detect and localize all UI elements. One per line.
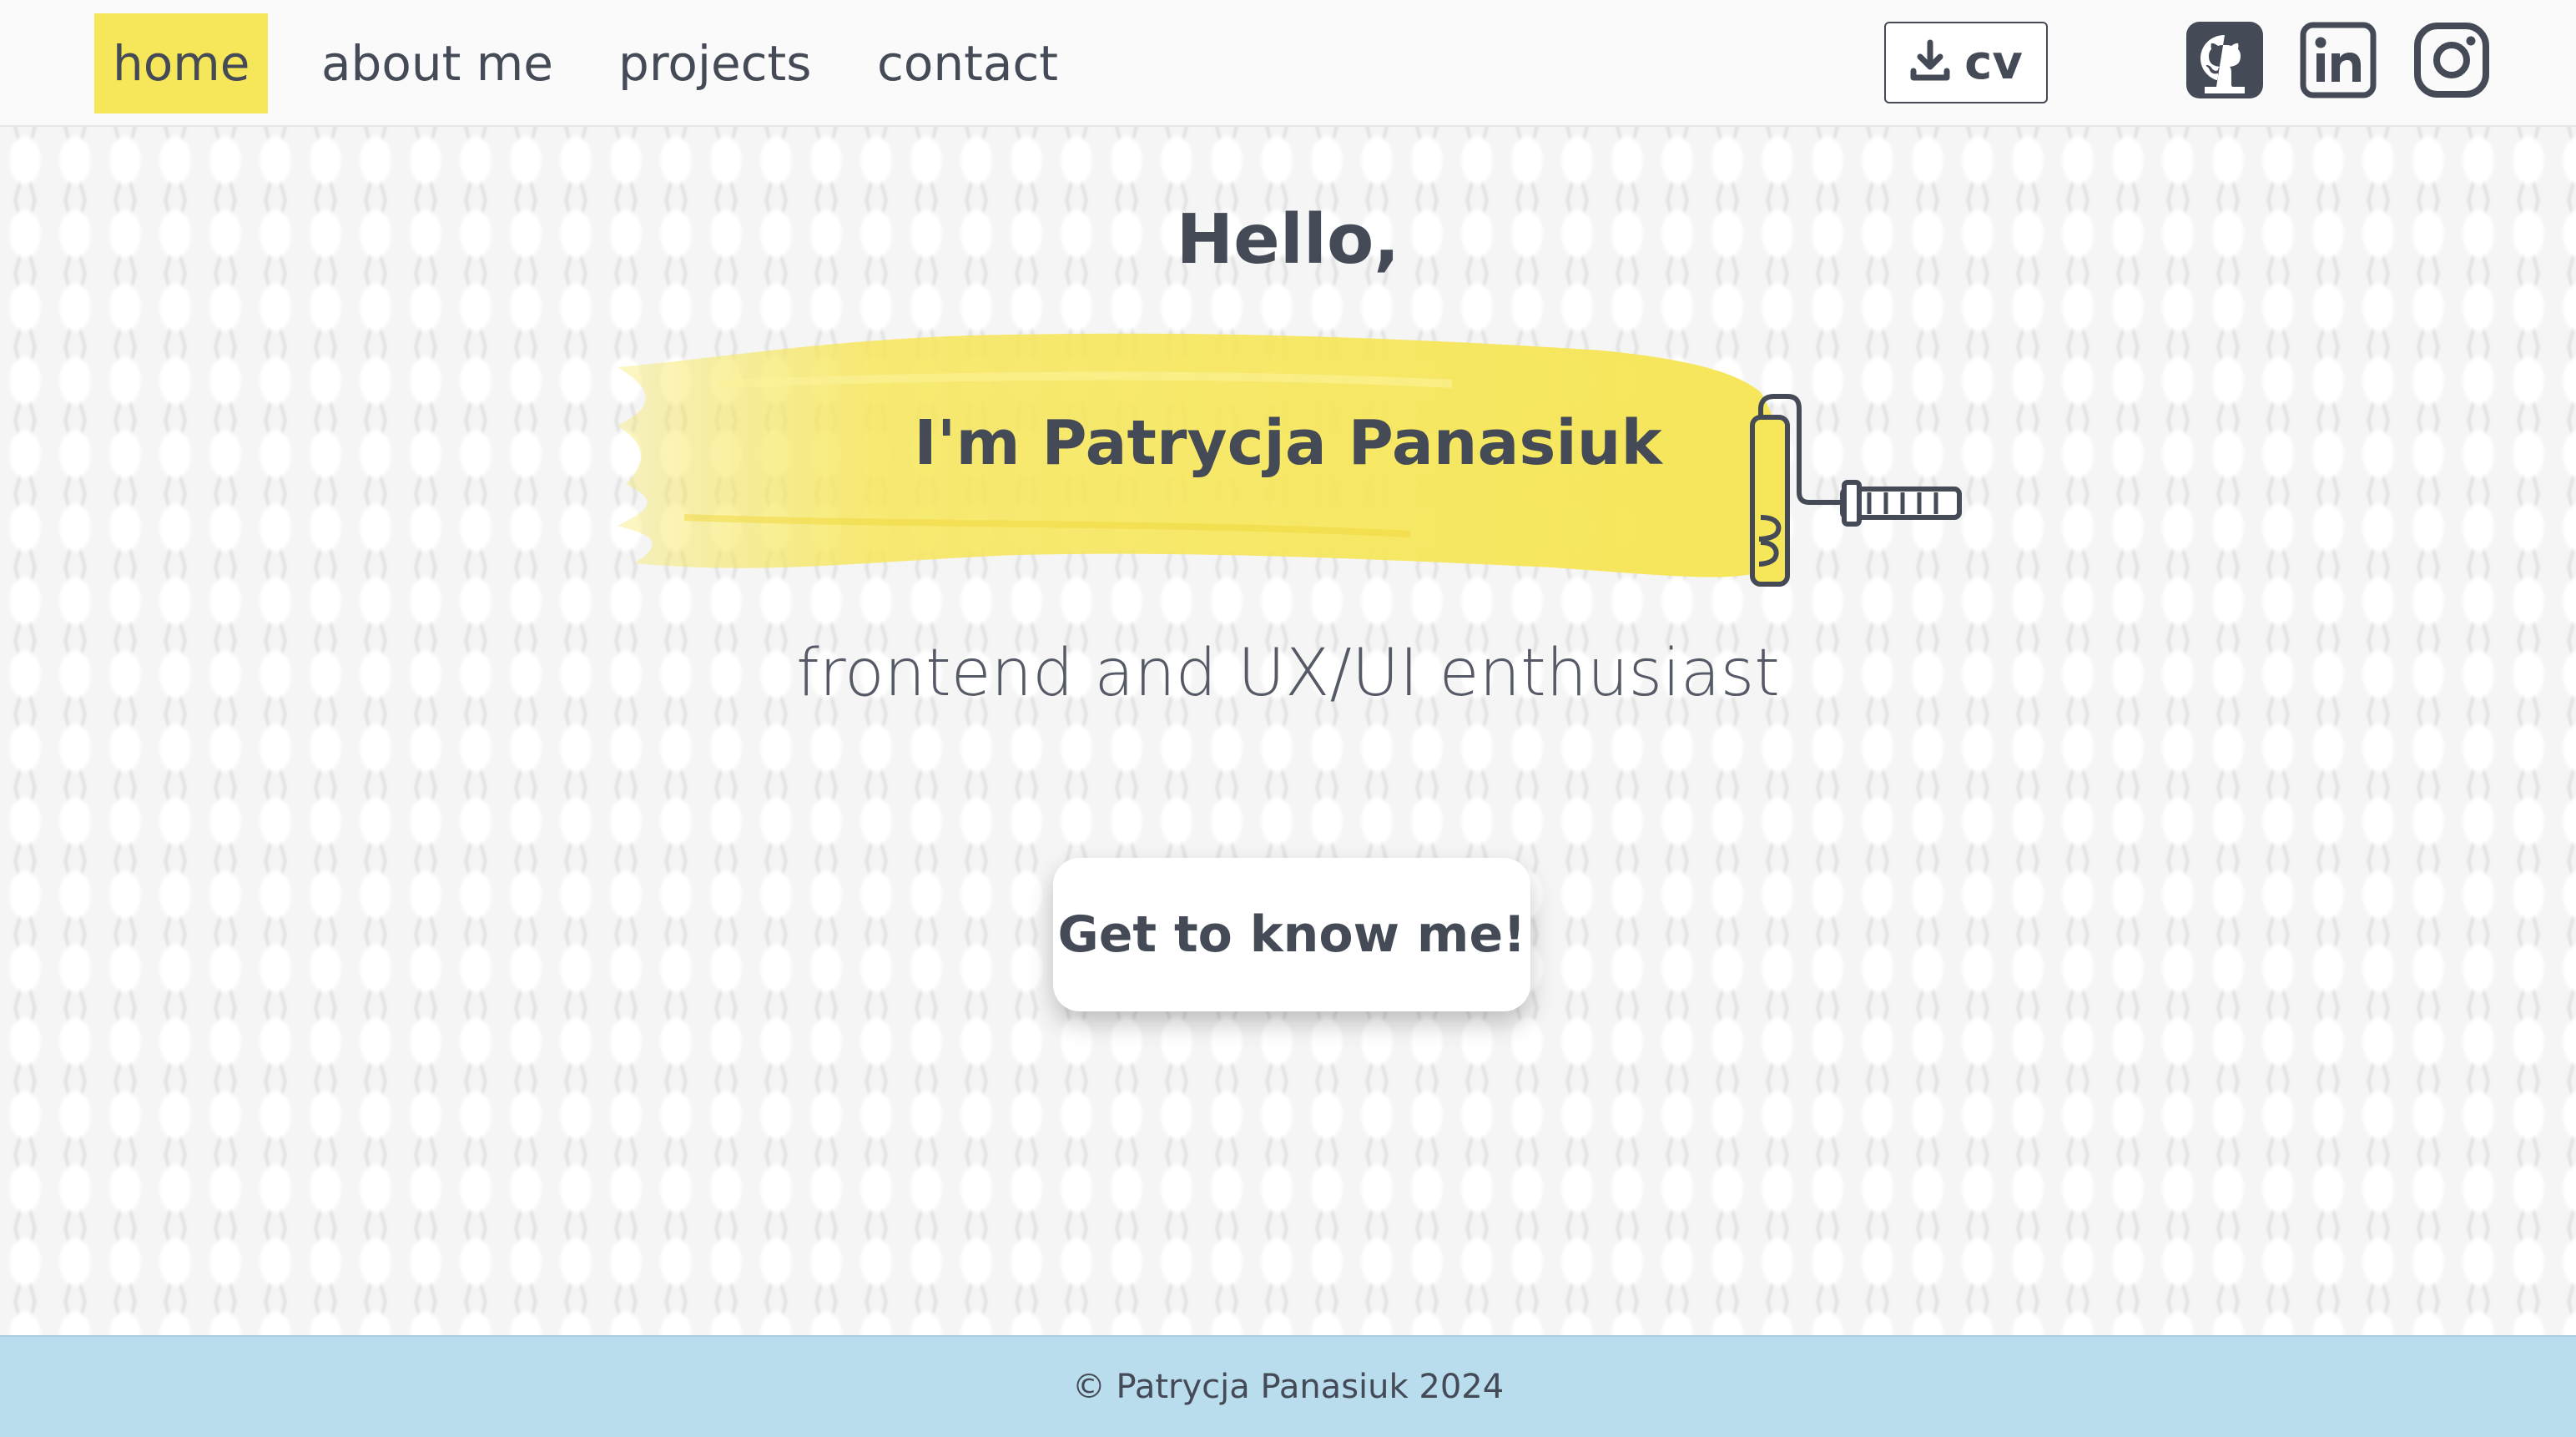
instagram-link[interactable]	[2413, 22, 2490, 98]
get-to-know-me-button[interactable]: Get to know me!	[1053, 858, 1530, 1011]
github-icon	[2186, 22, 2263, 98]
instagram-icon	[2414, 23, 2489, 98]
knit-background	[0, 127, 2576, 1335]
download-icon	[1909, 39, 1951, 86]
footer: © Patrycja Panasiuk 2024	[0, 1335, 2576, 1437]
navbar: home about me projects contact cv	[0, 0, 2576, 127]
linkedin-link[interactable]	[2300, 22, 2377, 98]
cv-label: cv	[1964, 35, 2023, 90]
name-heading: I'm Patrycja Panasiuk	[914, 407, 1662, 479]
paint-roller-icon	[1750, 394, 1962, 587]
linkedin-icon	[2300, 22, 2377, 98]
nav-item-projects[interactable]: projects	[600, 13, 830, 113]
greeting-heading: Hello,	[1176, 200, 1400, 280]
nav-item-contact[interactable]: contact	[859, 13, 1076, 113]
tagline: frontend and UX/UI enthusiast	[796, 636, 1780, 711]
nav-item-home[interactable]: home	[94, 13, 269, 113]
cv-download-button[interactable]: cv	[1884, 22, 2048, 103]
github-link[interactable]	[2186, 22, 2263, 98]
footer-copyright: © Patrycja Panasiuk 2024	[1071, 1368, 1505, 1406]
nav-item-about-me[interactable]: about me	[303, 13, 572, 113]
